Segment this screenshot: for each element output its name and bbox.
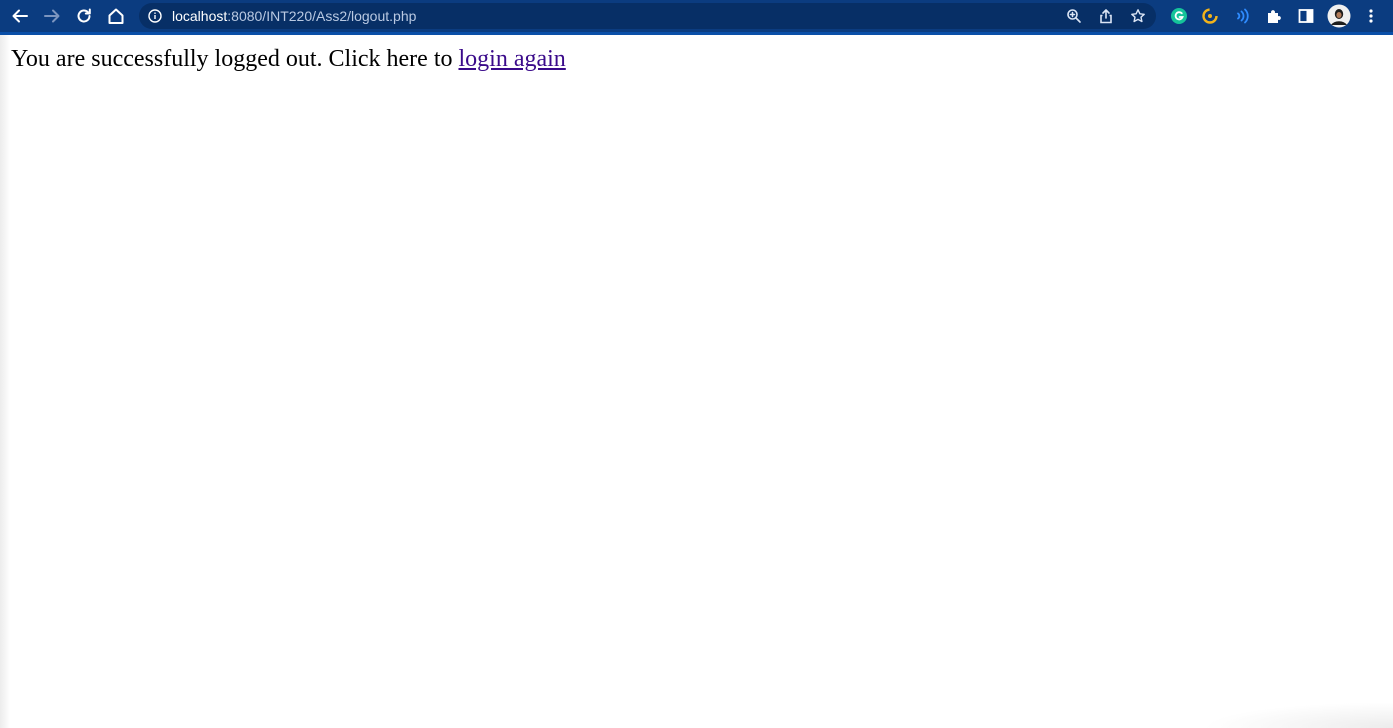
back-arrow-icon[interactable] <box>8 4 32 28</box>
browser-toolbar: localhost:8080/INT220/Ass2/logout.php <box>0 0 1393 35</box>
profile-avatar[interactable] <box>1327 4 1351 28</box>
info-icon[interactable] <box>148 9 162 23</box>
share-icon[interactable] <box>1098 8 1114 24</box>
corner-shadow <box>1203 702 1393 728</box>
extensions-puzzle-icon[interactable] <box>1264 6 1284 26</box>
reload-icon[interactable] <box>72 4 96 28</box>
url-text: localhost:8080/INT220/Ass2/logout.php <box>172 3 416 29</box>
yellow-extension-icon[interactable] <box>1200 6 1220 26</box>
more-menu-icon[interactable] <box>1361 6 1381 26</box>
window-edge-shadow <box>0 35 10 728</box>
zoom-icon[interactable] <box>1066 8 1082 24</box>
logout-message-text: You are successfully logged out. Click h… <box>11 46 459 72</box>
logout-message: You are successfully logged out. Click h… <box>11 46 566 73</box>
url-host: localhost <box>172 8 228 24</box>
address-bar[interactable]: localhost:8080/INT220/Ass2/logout.php <box>139 3 1156 29</box>
bookmark-star-icon[interactable] <box>1130 8 1146 24</box>
side-panel-icon[interactable] <box>1296 6 1316 26</box>
login-again-link[interactable]: login again <box>458 46 565 72</box>
forward-arrow-icon[interactable] <box>40 4 64 28</box>
wave-extension-icon[interactable] <box>1232 6 1252 26</box>
grammarly-extension-icon[interactable] <box>1169 6 1189 26</box>
url-path: :8080/INT220/Ass2/logout.php <box>227 8 417 24</box>
home-icon[interactable] <box>104 4 128 28</box>
